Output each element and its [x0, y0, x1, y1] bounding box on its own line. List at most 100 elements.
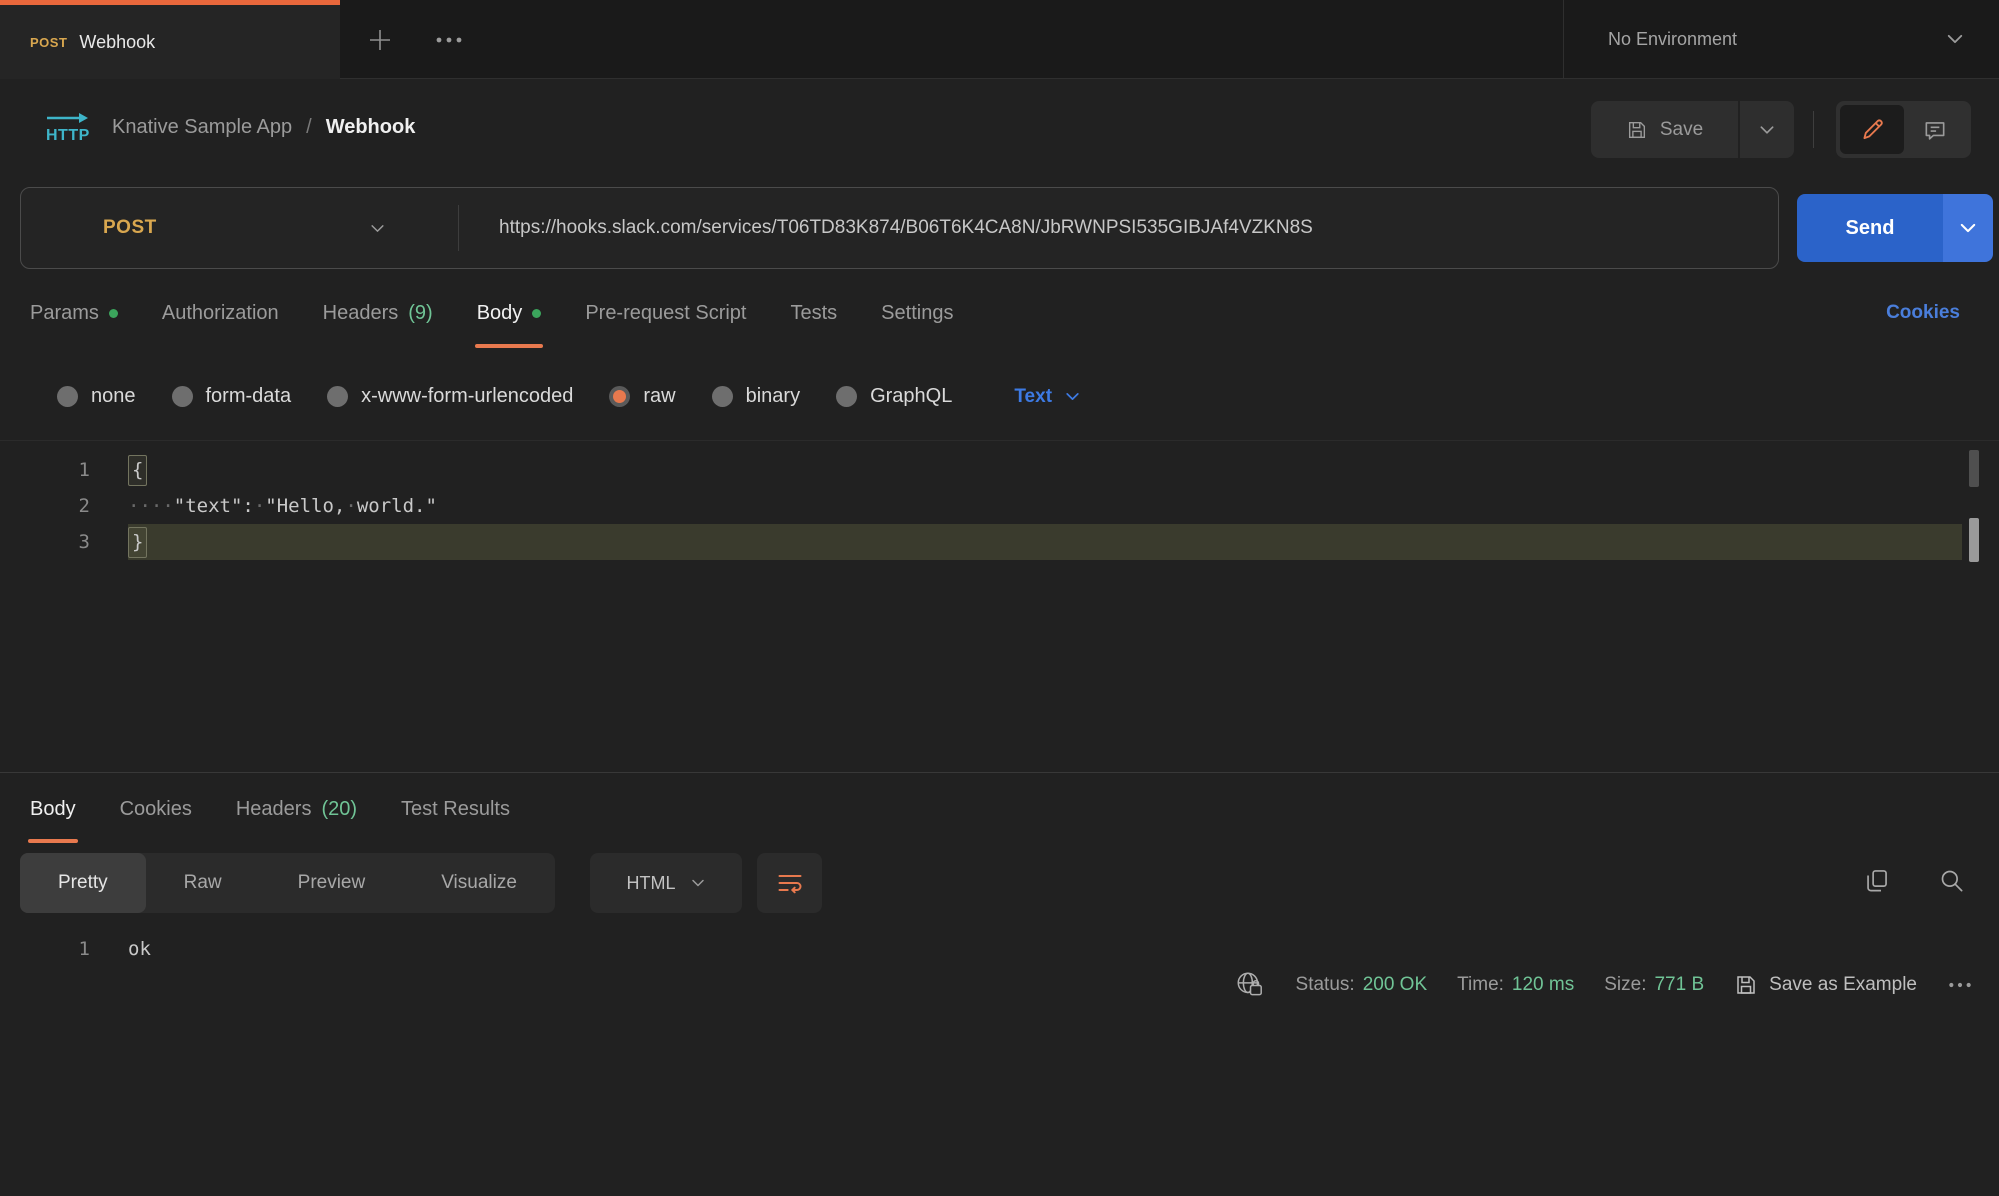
- raw-language-label: Text: [1014, 386, 1052, 408]
- save-icon: [1626, 119, 1648, 141]
- send-button: Send: [1797, 194, 1993, 262]
- status-group: Status: 200 OK: [1296, 974, 1428, 996]
- edit-button[interactable]: [1840, 105, 1904, 154]
- save-as-example-label: Save as Example: [1769, 974, 1917, 996]
- format-select[interactable]: HTML: [590, 853, 742, 913]
- body-type-none[interactable]: none: [57, 385, 136, 408]
- view-mode-pretty[interactable]: Pretty: [20, 853, 146, 913]
- chevron-down-icon: [690, 875, 706, 891]
- line-number: 2: [0, 488, 128, 524]
- tab-pre-request-script[interactable]: Pre-request Script: [585, 273, 746, 353]
- body-type-radios: none form-data x-www-form-urlencoded raw bin…: [57, 385, 952, 408]
- view-mode-segments: PrettyRawPreviewVisualize: [20, 853, 555, 913]
- code-token: "Hello,: [265, 495, 345, 517]
- body-type-form-data[interactable]: form-data: [172, 385, 292, 408]
- tab-label: Body: [30, 798, 76, 821]
- response-tab-headers[interactable]: Headers(20): [236, 773, 357, 845]
- green-dot-icon: [532, 309, 541, 318]
- comment-button[interactable]: [1904, 105, 1968, 154]
- tab-params[interactable]: Params: [30, 273, 118, 353]
- response-tab-body[interactable]: Body: [30, 773, 76, 845]
- response-body[interactable]: 1 ok: [0, 931, 1999, 967]
- body-type-binary[interactable]: binary: [712, 385, 800, 408]
- top-tab-bar: POST Webhook No Environment: [0, 0, 1999, 79]
- response-tab-test-results[interactable]: Test Results: [401, 773, 510, 845]
- time-value[interactable]: 120 ms: [1512, 974, 1574, 996]
- size-value[interactable]: 771 B: [1654, 974, 1704, 996]
- whitespace-dots: ····: [128, 495, 174, 517]
- new-tab-button[interactable]: [364, 24, 396, 56]
- tab-headers[interactable]: Headers(9): [323, 273, 433, 353]
- request-tab[interactable]: POST Webhook: [0, 0, 340, 79]
- time-group: Time: 120 ms: [1457, 974, 1574, 996]
- environment-selector[interactable]: No Environment: [1563, 0, 1999, 78]
- view-mode-preview[interactable]: Preview: [260, 853, 404, 913]
- raw-language-select[interactable]: Text: [1014, 386, 1081, 408]
- status-value[interactable]: 200 OK: [1363, 974, 1427, 996]
- radio-icon: [327, 386, 348, 407]
- request-name[interactable]: Webhook: [326, 116, 416, 139]
- editor-line-1[interactable]: 1{: [0, 452, 1999, 488]
- save-as-example-button[interactable]: Save as Example: [1734, 973, 1917, 997]
- response-tab-cookies[interactable]: Cookies: [120, 773, 192, 845]
- body-type-raw[interactable]: raw: [609, 385, 675, 408]
- more-options-icon: [1947, 980, 1973, 990]
- url-input[interactable]: https://hooks.slack.com/services/T06TD83…: [459, 217, 1313, 239]
- body-type-x-www-form-urlencoded[interactable]: x-www-form-urlencoded: [327, 385, 573, 408]
- editor-line-3[interactable]: 3}: [0, 524, 1999, 560]
- response-actions: [1863, 853, 1965, 913]
- svg-text:HTTP: HTTP: [46, 127, 90, 144]
- editor-scrollbar-mark-top[interactable]: [1969, 450, 1979, 487]
- body-type-graphql[interactable]: GraphQL: [836, 385, 952, 408]
- save-button[interactable]: Save: [1591, 101, 1738, 158]
- body-type-label: GraphQL: [870, 385, 952, 408]
- whitespace-dots: ·: [345, 495, 356, 517]
- search-button[interactable]: [1938, 867, 1965, 899]
- tab-authorization[interactable]: Authorization: [162, 273, 279, 353]
- collection-name[interactable]: Knative Sample App: [112, 116, 292, 139]
- postman-app: POST Webhook No Environment HTTP Knative…: [0, 0, 1999, 1196]
- wrap-text-button[interactable]: [757, 853, 822, 913]
- code-token: world.": [357, 495, 437, 517]
- wrap-text-icon: [776, 869, 804, 897]
- size-label: Size:: [1604, 974, 1646, 996]
- send-main-button[interactable]: Send: [1797, 194, 1943, 262]
- chevron-down-icon: [1945, 29, 1965, 49]
- breadcrumb: Knative Sample App / Webhook: [112, 80, 415, 175]
- http-method-badge: HTTP: [42, 110, 94, 151]
- response-section: Body Cookies Headers(20) Test Results Statu…: [0, 772, 1999, 1196]
- response-options-button[interactable]: [1947, 974, 1973, 996]
- editor-line-2[interactable]: 2····"text":·"Hello,·world.": [0, 488, 1999, 524]
- save-options-button[interactable]: [1740, 101, 1794, 158]
- send-options-button[interactable]: [1943, 194, 1993, 262]
- search-icon: [1938, 867, 1965, 894]
- body-type-label: none: [91, 385, 136, 408]
- environment-label: No Environment: [1608, 29, 1737, 50]
- response-line-number: 1: [0, 931, 128, 967]
- copy-icon: [1863, 867, 1890, 894]
- request-body-editor[interactable]: 1{2····"text":·"Hello,·world."3}: [0, 440, 1999, 772]
- cookies-link[interactable]: Cookies: [1886, 273, 1960, 353]
- view-mode-visualize[interactable]: Visualize: [403, 853, 555, 913]
- tab-label: Cookies: [120, 798, 192, 821]
- bracket-match: {: [128, 455, 147, 486]
- response-line-text: ok: [128, 931, 1962, 967]
- bracket-match: }: [128, 527, 147, 558]
- copy-button[interactable]: [1863, 867, 1890, 899]
- tab-options-button[interactable]: [432, 34, 466, 46]
- tab-tests[interactable]: Tests: [790, 273, 837, 353]
- tab-label: Headers: [236, 798, 312, 821]
- tab-body[interactable]: Body: [477, 273, 542, 353]
- request-header: HTTP Knative Sample App / Webhook Save: [0, 80, 1999, 175]
- radio-icon: [172, 386, 193, 407]
- tab-settings[interactable]: Settings: [881, 273, 953, 353]
- tab-label: Authorization: [162, 302, 279, 325]
- method-select[interactable]: POST: [21, 188, 458, 268]
- tab-label: Headers: [323, 302, 399, 325]
- line-code: ····"text":·"Hello,·world.": [128, 488, 1962, 524]
- url-bar: POST https://hooks.slack.com/services/T0…: [20, 187, 1779, 269]
- editor-scrollbar-mark-cursor[interactable]: [1969, 518, 1979, 562]
- tab-label: Body: [477, 302, 523, 325]
- view-mode-raw[interactable]: Raw: [146, 853, 260, 913]
- response-meta: Status: 200 OK Time: 120 ms Size: 771 B …: [1234, 773, 1973, 1196]
